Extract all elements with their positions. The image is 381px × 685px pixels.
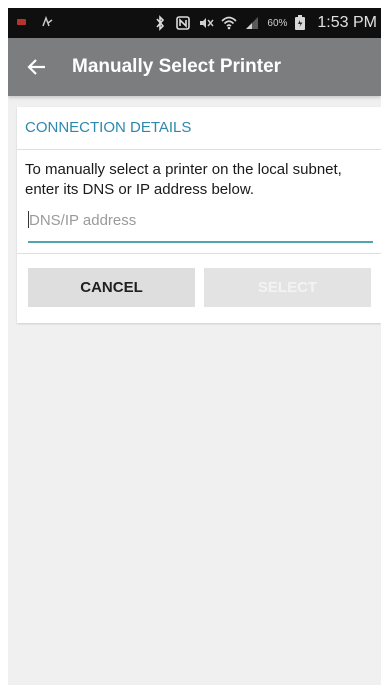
battery-percent: 60% — [267, 17, 288, 29]
arrow-left-icon — [27, 59, 45, 75]
page-title: Manually Select Printer — [72, 56, 282, 77]
nfc-icon — [175, 15, 191, 31]
dns-ip-input[interactable] — [28, 209, 369, 231]
section-header: CONNECTION DETAILS — [17, 107, 381, 150]
cell-signal-icon — [244, 15, 260, 31]
clock: 1:53 PM — [317, 14, 377, 31]
dns-ip-field[interactable] — [28, 205, 373, 243]
section-title: CONNECTION DETAILS — [25, 119, 192, 136]
notification-icon — [14, 14, 30, 30]
wifi-icon — [221, 15, 237, 31]
bluetooth-icon — [152, 15, 168, 31]
mute-icon — [198, 15, 214, 31]
signal-waves-icon — [40, 14, 56, 30]
back-button[interactable] — [24, 54, 50, 80]
select-button[interactable]: SELECT — [204, 268, 371, 307]
status-bar: 60% 1:53 PM — [8, 8, 381, 38]
connection-details-card: CONNECTION DETAILS To manually select a … — [17, 107, 381, 323]
cancel-button[interactable]: CANCEL — [28, 268, 195, 307]
instructions-text: To manually select a printer on the loca… — [25, 161, 342, 198]
screen: 60% 1:53 PM Manually Select Printer CONN… — [8, 8, 381, 685]
app-bar: Manually Select Printer — [8, 38, 381, 96]
divider — [17, 253, 381, 254]
battery-icon — [294, 15, 310, 31]
